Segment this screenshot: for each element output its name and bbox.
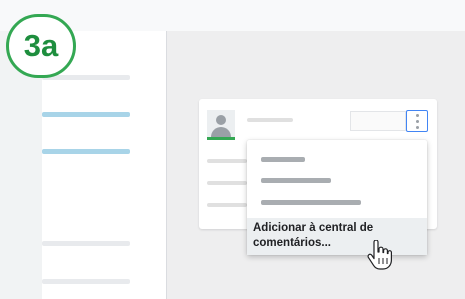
- person-avatar-icon: [207, 110, 235, 140]
- menu-item-placeholder[interactable]: [261, 200, 361, 205]
- comment-text-placeholder: [207, 181, 247, 185]
- sidebar-item-highlighted[interactable]: [42, 149, 130, 154]
- more-vert-icon: [415, 113, 419, 117]
- menu-item-add-to-comment-hub[interactable]: Adicionar à central de comentários...: [247, 218, 427, 255]
- sidebar-item-highlighted[interactable]: [42, 112, 130, 117]
- hand-pointer-icon: [367, 240, 392, 270]
- comment-text-placeholder: [207, 159, 247, 163]
- menu-item-label: Adicionar à central de comentários...: [253, 222, 374, 249]
- comment-text-placeholder: [207, 203, 247, 207]
- context-menu: Adicionar à central de comentários...: [247, 140, 427, 255]
- sidebar-item-placeholder[interactable]: [42, 241, 130, 246]
- menu-item-placeholder[interactable]: [261, 157, 305, 162]
- author-name-placeholder: [247, 118, 293, 122]
- avatar-accent-underline: [207, 137, 235, 140]
- menu-item-placeholder[interactable]: [261, 178, 331, 183]
- card-field-placeholder[interactable]: [350, 111, 406, 131]
- sidebar-item-placeholder[interactable]: [42, 279, 130, 284]
- step-badge: 3a: [6, 14, 76, 78]
- more-options-button[interactable]: [406, 110, 428, 132]
